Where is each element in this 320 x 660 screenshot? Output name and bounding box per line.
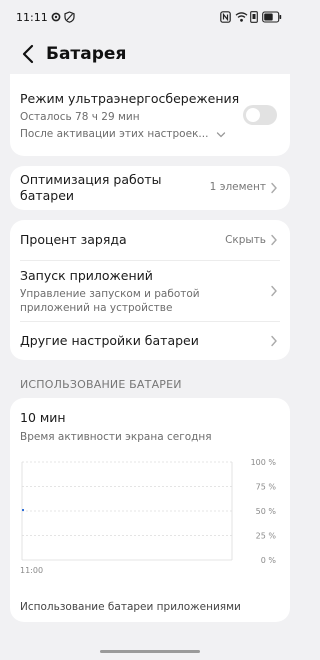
y-tick-label: 0 % bbox=[261, 556, 277, 565]
ultra-saving-title: Режим ультраэнергосбережения bbox=[20, 91, 240, 106]
chevron-right-icon bbox=[271, 182, 277, 194]
usage-section-title: ИСПОЛЬЗОВАНИЕ БАТАРЕИ bbox=[20, 378, 182, 391]
chevron-right-icon bbox=[271, 234, 277, 246]
y-tick-label: 50 % bbox=[256, 507, 277, 516]
app-launch-title: Запуск приложений bbox=[20, 268, 153, 283]
ultra-saving-remaining: Осталось 78 ч 29 мин bbox=[20, 111, 140, 123]
nfc-icon bbox=[220, 11, 231, 23]
y-tick-label: 100 % bbox=[251, 458, 277, 467]
y-tick-label: 75 % bbox=[256, 483, 277, 492]
usage-bar bbox=[22, 509, 24, 512]
chevron-down-icon[interactable] bbox=[216, 131, 226, 139]
chevron-right-icon bbox=[271, 335, 277, 347]
other-settings-title: Другие настройки батареи bbox=[20, 333, 199, 348]
wifi-icon bbox=[235, 12, 248, 22]
settings-gear-icon bbox=[51, 12, 61, 22]
optimization-title: Оптимизация работы батареи bbox=[20, 172, 162, 203]
toggle-knob bbox=[246, 108, 260, 122]
optimization-card[interactable]: Оптимизация работы батареи 1 элемент bbox=[10, 166, 290, 210]
y-tick-label: 25 % bbox=[256, 532, 277, 541]
settings-card: Процент заряда Скрыть Запуск приложений … bbox=[10, 220, 290, 360]
ultra-saving-description: После активации этих настроек... bbox=[20, 128, 209, 140]
ultra-saving-toggle[interactable] bbox=[243, 105, 277, 125]
status-time: 11:11 bbox=[16, 11, 48, 24]
shield-icon bbox=[64, 11, 75, 23]
battery-usage-card[interactable]: 10 мин Время активности экрана сегодня 1… bbox=[10, 398, 290, 622]
sim-icon bbox=[250, 11, 258, 23]
screen-time-duration: 10 мин bbox=[20, 410, 66, 425]
screen-time-caption: Время активности экрана сегодня bbox=[20, 431, 212, 443]
app-launch-row[interactable]: Запуск приложений Управление запуском и … bbox=[10, 261, 290, 321]
page-title: Батарея bbox=[46, 44, 127, 64]
app-usage-link[interactable]: Использование батареи приложениями bbox=[20, 600, 241, 614]
app-launch-subtitle: Управление запуском и работой приложений… bbox=[20, 288, 200, 314]
ultra-saving-card[interactable]: Режим ультраэнергосбережения Осталось 78… bbox=[10, 74, 290, 156]
chevron-right-icon bbox=[271, 285, 277, 297]
x-tick-label: 11:00 bbox=[20, 566, 43, 575]
gesture-nav-bar[interactable] bbox=[100, 650, 200, 653]
battery-usage-chart: 100 % 75 % 50 % 25 % 0 % 11:00 bbox=[20, 458, 277, 575]
charge-percent-title: Процент заряда bbox=[20, 232, 127, 247]
other-settings-row[interactable]: Другие настройки батареи bbox=[10, 322, 290, 360]
back-arrow-icon[interactable] bbox=[18, 43, 40, 65]
charge-percent-row[interactable]: Процент заряда Скрыть bbox=[10, 220, 290, 260]
charge-percent-value: Скрыть bbox=[225, 234, 266, 246]
optimization-value: 1 элемент bbox=[209, 181, 266, 193]
battery-icon bbox=[262, 11, 282, 23]
